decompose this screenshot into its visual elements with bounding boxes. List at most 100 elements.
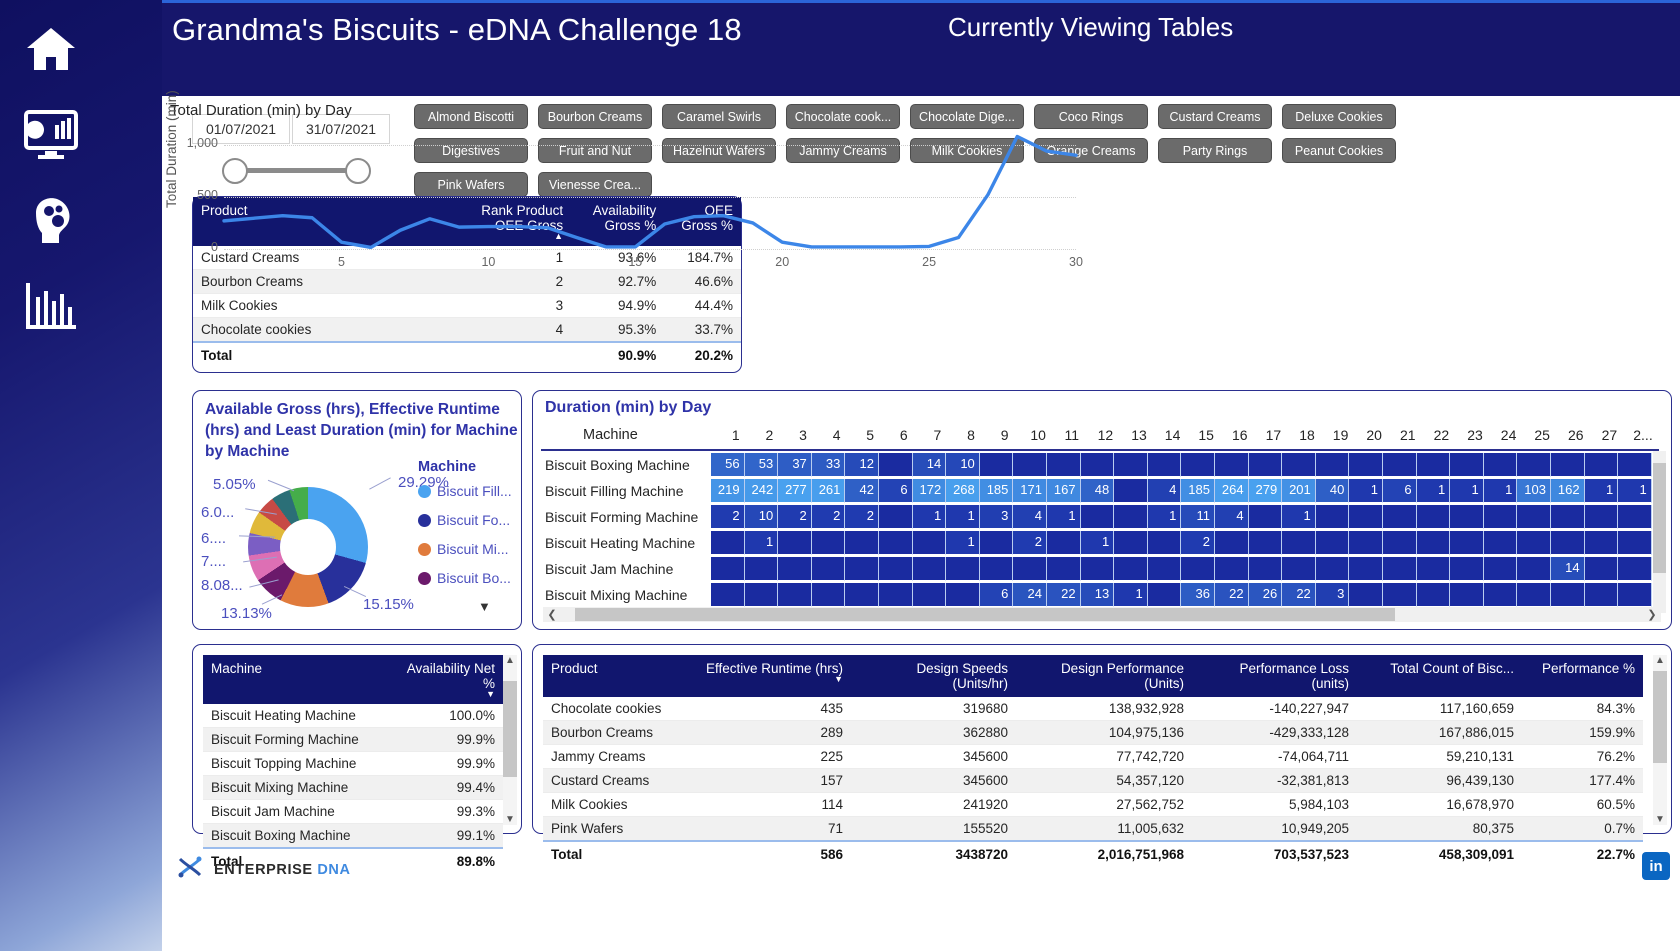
matrix-column-header[interactable]: 21: [1391, 427, 1425, 443]
matrix-cell[interactable]: [745, 557, 779, 581]
matrix-cell[interactable]: [980, 453, 1014, 477]
matrix-cell[interactable]: [1383, 531, 1417, 555]
sidebar-item-home[interactable]: [18, 18, 84, 84]
matrix-cell[interactable]: [1047, 531, 1081, 555]
matrix-column-header[interactable]: 27: [1593, 427, 1627, 443]
matrix-cell[interactable]: [1551, 453, 1585, 477]
matrix-cell[interactable]: [711, 557, 745, 581]
sidebar-item-charts[interactable]: [18, 276, 84, 342]
matrix-cell[interactable]: [812, 557, 846, 581]
donut-legend-item[interactable]: Biscuit Mi...: [418, 541, 509, 557]
matrix-cell[interactable]: 40: [1316, 479, 1350, 503]
table-row[interactable]: Biscuit Forming Machine99.9%: [203, 728, 503, 752]
matrix-cell[interactable]: 3: [1316, 583, 1350, 607]
matrix-cell[interactable]: [1316, 557, 1350, 581]
matrix-cell[interactable]: 22: [1047, 583, 1081, 607]
matrix-cell[interactable]: [845, 557, 879, 581]
matrix-cell[interactable]: [711, 531, 745, 555]
product-scroll-up-arrow[interactable]: ▲: [1653, 655, 1667, 666]
matrix-cell[interactable]: 37: [778, 453, 812, 477]
matrix-cell[interactable]: 2: [1013, 531, 1047, 555]
matrix-cell[interactable]: [1585, 505, 1619, 529]
matrix-row-header-label[interactable]: Machine: [583, 427, 638, 443]
matrix-cell[interactable]: [1618, 531, 1652, 555]
matrix-scroll-right-arrow[interactable]: ❯: [1643, 608, 1661, 621]
matrix-cell[interactable]: [1618, 557, 1652, 581]
table-row[interactable]: Biscuit Mixing Machine99.4%: [203, 776, 503, 800]
matrix-vertical-scrollbar[interactable]: [1653, 451, 1666, 613]
matrix-cell[interactable]: [879, 557, 913, 581]
matrix-cell[interactable]: [1450, 583, 1484, 607]
matrix-cell[interactable]: [1081, 453, 1115, 477]
matrix-cell[interactable]: [1484, 453, 1518, 477]
sidebar-item-insights[interactable]: [18, 190, 84, 256]
matrix-column-header[interactable]: 2...: [1626, 427, 1660, 443]
matrix-cell[interactable]: 1: [1081, 531, 1115, 555]
matrix-cell[interactable]: [1551, 583, 1585, 607]
product-column-header[interactable]: Design Performance (Units): [1016, 655, 1192, 697]
line-series[interactable]: [162, 96, 1082, 286]
matrix-cell[interactable]: [1383, 453, 1417, 477]
matrix-cell[interactable]: [1450, 453, 1484, 477]
matrix-cell[interactable]: 1: [1282, 505, 1316, 529]
matrix-horizontal-scroll-thumb[interactable]: [575, 608, 1395, 621]
matrix-cell[interactable]: [1618, 505, 1652, 529]
matrix-cell[interactable]: 33: [812, 453, 846, 477]
matrix-cell[interactable]: [879, 505, 913, 529]
matrix-column-header[interactable]: 1: [719, 427, 753, 443]
matrix-cell[interactable]: [913, 557, 947, 581]
matrix-cell[interactable]: [1618, 583, 1652, 607]
machine-scroll-up-arrow[interactable]: ▲: [503, 655, 517, 666]
product-slicer-button[interactable]: Party Rings: [1158, 138, 1272, 163]
table-row[interactable]: Custard Creams15734560054,357,120-32,381…: [543, 769, 1643, 793]
matrix-cell[interactable]: [1316, 453, 1350, 477]
matrix-cell[interactable]: [778, 531, 812, 555]
matrix-cell[interactable]: 1: [1484, 479, 1518, 503]
matrix-cell[interactable]: [1047, 557, 1081, 581]
table-row[interactable]: Milk Cookies11424192027,562,7525,984,103…: [543, 793, 1643, 817]
matrix-cell[interactable]: [812, 583, 846, 607]
matrix-cell[interactable]: 26: [1249, 583, 1283, 607]
matrix-cell[interactable]: [1081, 505, 1115, 529]
matrix-cell[interactable]: [879, 453, 913, 477]
matrix-row-label[interactable]: Biscuit Forming Machine: [545, 509, 698, 525]
matrix-row-label[interactable]: Biscuit Mixing Machine: [545, 587, 687, 603]
matrix-cell[interactable]: [1417, 531, 1451, 555]
matrix-cell[interactable]: [1316, 531, 1350, 555]
matrix-cell[interactable]: 167: [1047, 479, 1081, 503]
matrix-cell[interactable]: [1618, 453, 1652, 477]
matrix-cell[interactable]: [1417, 557, 1451, 581]
matrix-row-label[interactable]: Biscuit Filling Machine: [545, 483, 684, 499]
matrix-cell[interactable]: 1: [1585, 479, 1619, 503]
matrix-cell[interactable]: [1484, 531, 1518, 555]
linkedin-icon[interactable]: in: [1642, 852, 1670, 880]
matrix-column-header[interactable]: 18: [1290, 427, 1324, 443]
matrix-column-header[interactable]: 8: [954, 427, 988, 443]
matrix-cell[interactable]: 24: [1013, 583, 1047, 607]
matrix-cell[interactable]: [1249, 557, 1283, 581]
product-column-header[interactable]: Product: [543, 655, 697, 697]
donut-legend-item[interactable]: Biscuit Fill...: [418, 483, 512, 499]
matrix-cell[interactable]: 261: [812, 479, 846, 503]
matrix-column-header[interactable]: 9: [988, 427, 1022, 443]
matrix-cell[interactable]: 185: [980, 479, 1014, 503]
matrix-cell[interactable]: 1: [1618, 479, 1652, 503]
matrix-cell[interactable]: [1282, 557, 1316, 581]
matrix-cell[interactable]: [1114, 505, 1148, 529]
matrix-cell[interactable]: 6: [879, 479, 913, 503]
matrix-cell[interactable]: 22: [1282, 583, 1316, 607]
matrix-cell[interactable]: [1181, 557, 1215, 581]
matrix-cell[interactable]: 3: [980, 505, 1014, 529]
product-scroll-down-arrow[interactable]: ▼: [1653, 814, 1667, 825]
product-table-scrollbar[interactable]: ▲ ▼: [1653, 655, 1667, 825]
matrix-column-header[interactable]: 14: [1156, 427, 1190, 443]
table-row[interactable]: Biscuit Topping Machine99.9%: [203, 752, 503, 776]
product-column-header[interactable]: Performance Loss (units): [1192, 655, 1357, 697]
table-row[interactable]: Chocolate cookies495.3%33.7%: [193, 318, 741, 343]
matrix-cell[interactable]: [1417, 453, 1451, 477]
matrix-cell[interactable]: 48: [1081, 479, 1115, 503]
matrix-column-header[interactable]: 10: [1021, 427, 1055, 443]
matrix-cell[interactable]: 2: [1181, 531, 1215, 555]
matrix-cell[interactable]: [1249, 505, 1283, 529]
matrix-cell[interactable]: [745, 583, 779, 607]
